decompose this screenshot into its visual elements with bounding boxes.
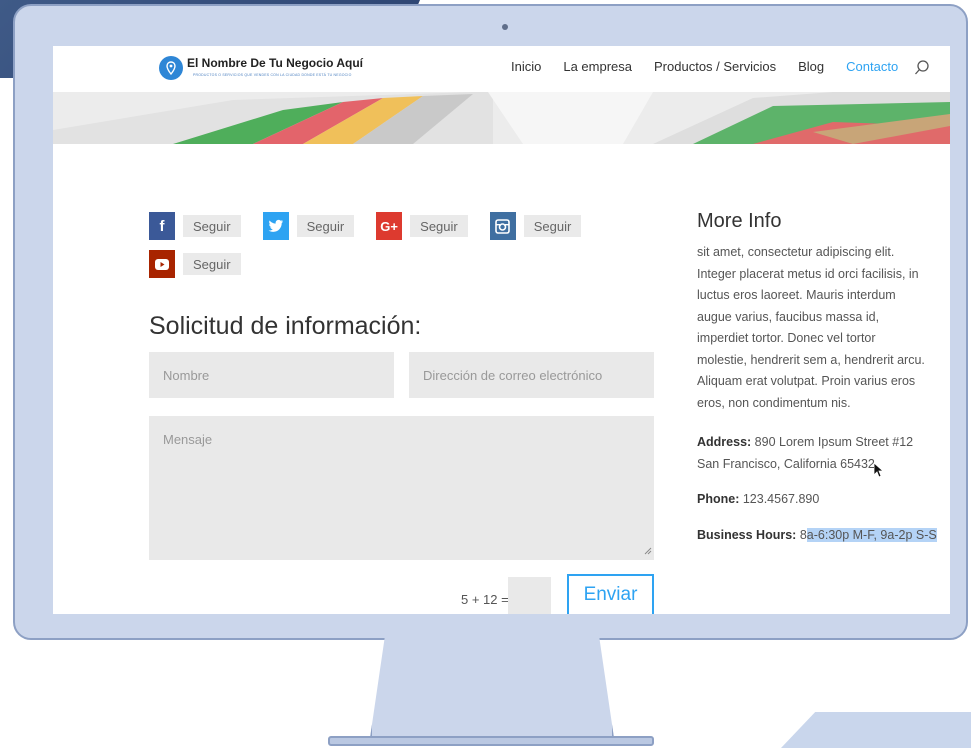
facebook-icon[interactable]: f bbox=[149, 212, 175, 240]
message-textarea[interactable]: Mensaje bbox=[149, 416, 654, 560]
nav-item-la-empresa[interactable]: La empresa bbox=[563, 59, 632, 74]
google-plus-icon[interactable]: G+ bbox=[376, 212, 403, 240]
sidebar-body-text: sit amet, consectetur adipiscing elit. I… bbox=[697, 245, 925, 410]
captcha-question: 5 + 12 = bbox=[461, 592, 509, 607]
nav-item-inicio[interactable]: Inicio bbox=[511, 59, 541, 74]
youtube-follow-button[interactable]: Seguir bbox=[183, 253, 241, 275]
sidebar-title: More Info bbox=[697, 210, 782, 232]
sidebar-phone: Phone: 123.4567.890 bbox=[697, 489, 937, 511]
monitor-camera bbox=[502, 24, 508, 30]
mouse-cursor-icon bbox=[873, 462, 885, 484]
resize-grip-icon[interactable] bbox=[644, 543, 652, 558]
address-label: Address: bbox=[697, 435, 752, 449]
sidebar-business-hours: Business Hours: 8a-6:30p M-F, 9a-2p S-S bbox=[697, 525, 937, 547]
location-pin-icon[interactable] bbox=[159, 56, 183, 80]
form-title: Solicitud de información: bbox=[149, 312, 422, 340]
nav-item-contacto[interactable]: Contacto bbox=[846, 59, 898, 74]
website-screen: El Nombre De Tu Negocio Aquí PRODUCTOS O… bbox=[53, 46, 950, 614]
site-header: El Nombre De Tu Negocio Aquí PRODUCTOS O… bbox=[53, 46, 950, 92]
message-placeholder: Mensaje bbox=[163, 432, 213, 447]
search-icon[interactable] bbox=[914, 59, 930, 82]
monitor-stand-neck bbox=[370, 638, 614, 738]
email-field[interactable]: Dirección de correo electrónico bbox=[409, 352, 654, 398]
nav-item-blog[interactable]: Blog bbox=[798, 59, 824, 74]
sidebar-address: Address: 890 Lorem Ipsum Street #12 San … bbox=[697, 432, 937, 475]
instagram-icon[interactable] bbox=[489, 212, 516, 240]
site-logo-tagline: PRODUCTOS O SERVICIOS QUE VENDES CON LA … bbox=[193, 73, 352, 77]
monitor-stand-base bbox=[328, 736, 654, 746]
captcha-input[interactable] bbox=[508, 577, 551, 614]
phone-value: 123.4567.890 bbox=[742, 492, 820, 506]
main-navigation: Inicio La empresa Productos / Servicios … bbox=[511, 59, 920, 74]
social-follow-row-2: Seguir bbox=[149, 250, 263, 278]
name-field[interactable]: Nombre bbox=[149, 352, 394, 398]
site-logo-title[interactable]: El Nombre De Tu Negocio Aquí bbox=[187, 56, 363, 70]
hours-value: 8 bbox=[799, 528, 807, 542]
social-follow-row: f Seguir Seguir G+ Seguir Seguir bbox=[149, 212, 603, 240]
twitter-follow-button[interactable]: Seguir bbox=[296, 215, 355, 237]
submit-button[interactable]: Enviar bbox=[567, 574, 654, 614]
background-shape-bottom-right bbox=[781, 712, 971, 748]
header-banner-image bbox=[53, 92, 950, 144]
facebook-follow-button[interactable]: Seguir bbox=[183, 215, 241, 237]
instagram-follow-button[interactable]: Seguir bbox=[523, 215, 582, 237]
hours-value-selected: a-6:30p M-F, 9a-2p S-S bbox=[806, 528, 937, 542]
nav-item-productos-servicios[interactable]: Productos / Servicios bbox=[654, 59, 776, 74]
youtube-icon[interactable] bbox=[149, 250, 175, 278]
twitter-icon[interactable] bbox=[262, 212, 289, 240]
hours-label: Business Hours: bbox=[697, 528, 797, 542]
monitor-frame: El Nombre De Tu Negocio Aquí PRODUCTOS O… bbox=[13, 4, 968, 640]
google-plus-follow-button[interactable]: Seguir bbox=[410, 215, 468, 237]
phone-label: Phone: bbox=[697, 492, 740, 506]
